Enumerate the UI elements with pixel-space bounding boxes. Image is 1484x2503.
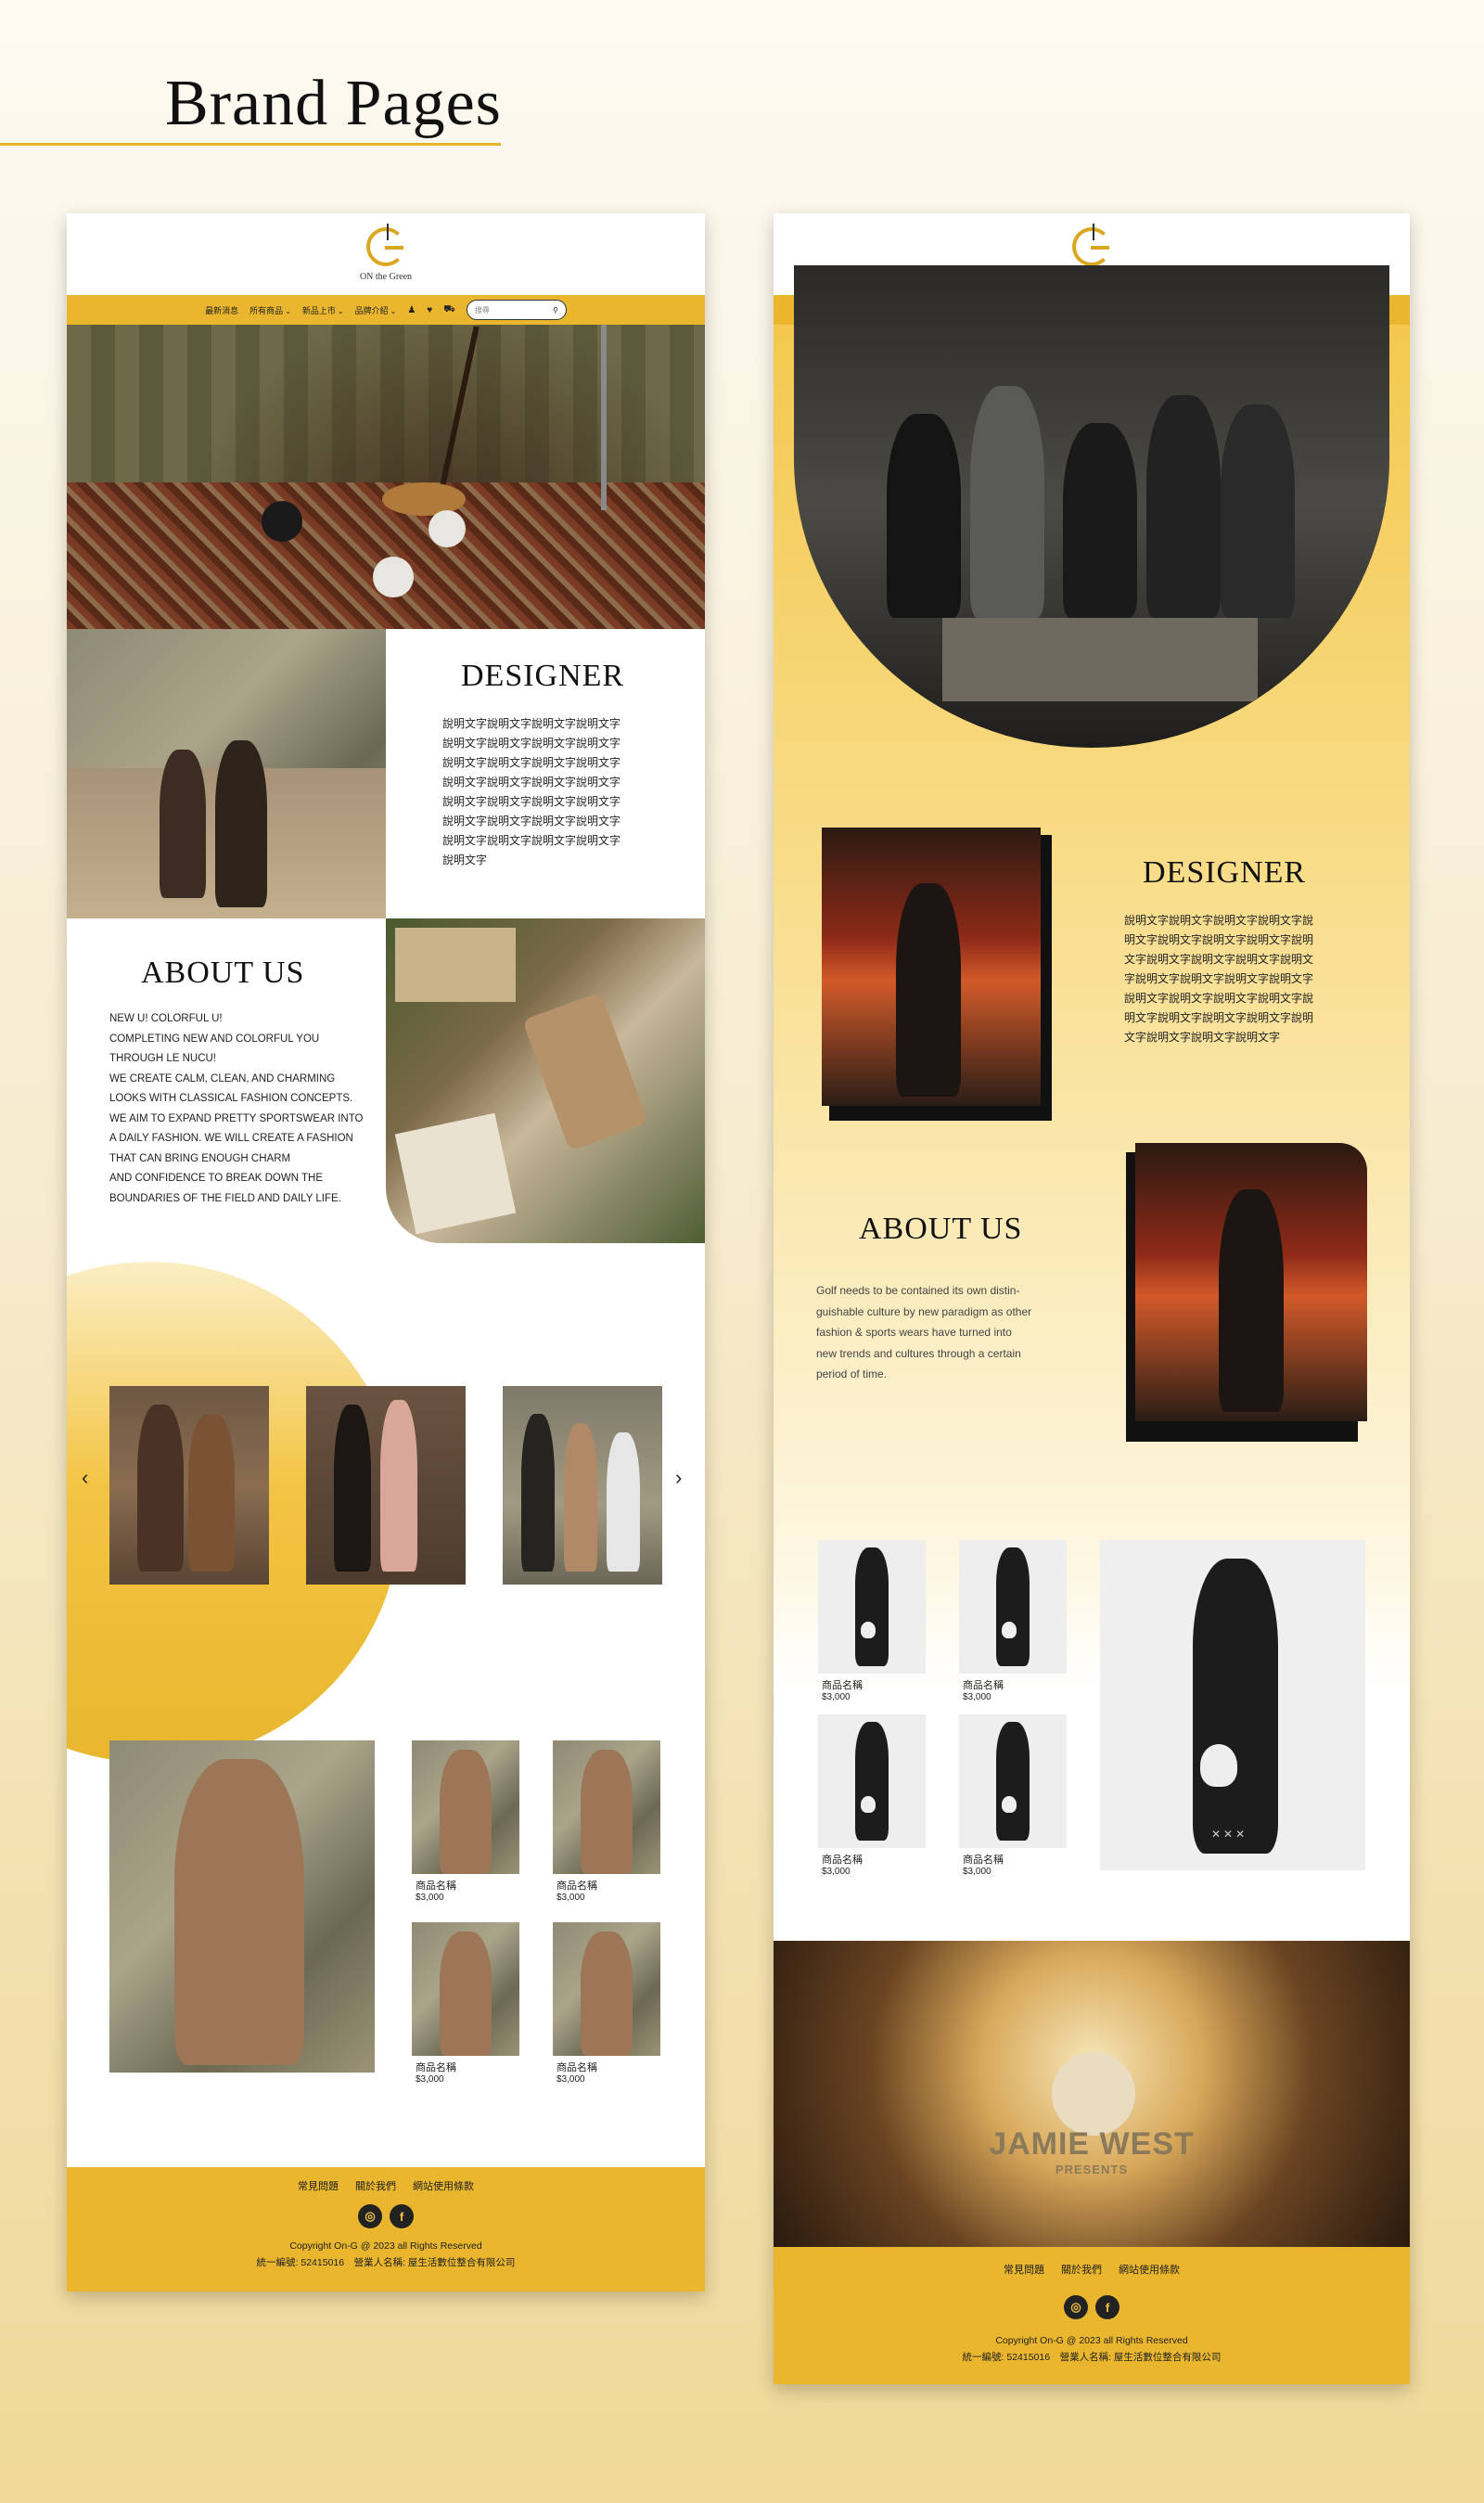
designer-photo: [67, 629, 386, 918]
designer-heading: DESIGNER: [461, 659, 625, 693]
about-photo: [1135, 1143, 1367, 1421]
product-price: $3,000: [556, 2074, 585, 2085]
about-heading: ABOUT US: [141, 956, 305, 990]
footer-link-faq[interactable]: 常見問題: [298, 2178, 339, 2193]
product-image: [818, 1540, 926, 1674]
about-description: NEW U! COLORFUL U! COMPLETING NEW AND COL…: [109, 1013, 364, 1204]
jamie-west-banner: JAMIE WEST PRESENTS: [774, 1941, 1410, 2247]
carousel-slide[interactable]: [503, 1386, 662, 1585]
product-price: $3,000: [963, 1692, 991, 1702]
product-name: 商品名稱: [822, 1680, 863, 1691]
logo-g-mark: [1072, 227, 1111, 266]
search-input[interactable]: 搜尋 ⚲: [466, 300, 567, 320]
copyright-text: Copyright On-G @ 2023 all Rights Reserve…: [995, 2335, 1188, 2346]
logo-g-mark: [366, 227, 405, 266]
product-image: [412, 1740, 519, 1874]
product-card[interactable]: 商品名稱 $3,000: [553, 1922, 660, 2089]
facebook-icon[interactable]: f: [1095, 2295, 1119, 2319]
banner-title: JAMIE WEST PRESENTS: [989, 2126, 1195, 2176]
copyright-text: Copyright On-G @ 2023 all Rights Reserve…: [289, 2240, 482, 2252]
nav-all-products[interactable]: 所有商品⌄: [249, 304, 291, 316]
product-card[interactable]: 商品名稱 $3,000: [412, 1922, 519, 2089]
about-flatlay-photo: [386, 918, 705, 1243]
designer-description: 說明文字說明文字說明文字說明文字說 明文字說明文字說明文字說明文字說明 文字說明文…: [1124, 914, 1314, 1044]
chevron-down-icon: ⌄: [390, 306, 397, 315]
carousel-slide[interactable]: [306, 1386, 466, 1585]
product-name: 商品名稱: [556, 1880, 597, 1892]
product-image: [959, 1540, 1067, 1674]
product-price: $3,000: [416, 2074, 444, 2085]
designer-description: 說明文字說明文字說明文字說明文字 說明文字說明文字說明文字說明文字 說明文字說明文…: [442, 717, 621, 866]
featured-product-photo[interactable]: ✕✕✕: [1100, 1540, 1365, 1870]
page-title: Brand Pages: [165, 68, 502, 139]
nav-news[interactable]: 最新消息: [205, 304, 238, 316]
company-info: 統一編號: 52415016 營業人名稱: 屋生活數位整合有限公司: [256, 2257, 516, 2268]
product-price: $3,000: [822, 1867, 851, 1877]
logo-flag: [387, 224, 389, 240]
cart-icon[interactable]: ⛟: [443, 304, 455, 316]
product-card[interactable]: 商品名稱 $3,000: [553, 1740, 660, 1907]
product-image: [818, 1714, 926, 1848]
product-image: [412, 1922, 519, 2056]
chevron-down-icon: ⌄: [337, 306, 344, 315]
designer-heading: DESIGNER: [1143, 855, 1307, 890]
about-description: Golf needs to be contained its own disti…: [816, 1284, 1032, 1380]
instagram-icon[interactable]: ◎: [358, 2204, 382, 2228]
product-name: 商品名稱: [556, 2062, 597, 2073]
product-card[interactable]: 商品名稱 $3,000: [959, 1714, 1067, 1883]
brand-page-mockup-left: ON the Green 最新消息 所有商品 ⌄ 新品上市 ⌄ 品牌介紹 ⌄ ♟ ♥ …: [67, 213, 705, 2291]
facebook-icon[interactable]: f: [390, 2204, 414, 2228]
product-price: $3,000: [556, 1893, 585, 1903]
product-card[interactable]: 商品名稱 $3,000: [818, 1714, 926, 1883]
logo-text: ON the Green: [359, 272, 413, 282]
footer-link-about[interactable]: 關於我們: [355, 2178, 396, 2193]
chevron-down-icon: ⌄: [285, 306, 291, 315]
footer-link-about[interactable]: 關於我們: [1061, 2262, 1102, 2277]
company-info: 統一編號: 52415016 營業人名稱: 屋生活數位整合有限公司: [962, 2352, 1222, 2363]
site-header: ON the Green: [67, 213, 705, 295]
nav-new-arrivals[interactable]: 新品上市⌄: [302, 304, 344, 316]
title-underline: [0, 143, 501, 146]
instagram-icon[interactable]: ◎: [1064, 2295, 1088, 2319]
carousel-next-button[interactable]: ›: [675, 1466, 682, 1490]
carousel-slide[interactable]: [109, 1386, 269, 1585]
product-image: [553, 1922, 660, 2056]
product-card[interactable]: 商品名稱 $3,000: [412, 1740, 519, 1907]
product-name: 商品名稱: [963, 1855, 1004, 1866]
product-name: 商品名稱: [416, 2062, 456, 2073]
product-card[interactable]: 商品名稱 $3,000: [818, 1540, 926, 1709]
product-image: [553, 1740, 660, 1874]
nav-brand-intro[interactable]: 品牌介紹⌄: [355, 304, 397, 316]
main-nav: 最新消息 所有商品⌄ 新品上市⌄ 品牌介紹⌄ ♟ ♥ ⛟ 搜尋 ⚲: [67, 295, 705, 325]
heart-icon[interactable]: ♥: [427, 305, 432, 315]
product-price: $3,000: [963, 1867, 991, 1877]
hero-image: [67, 325, 705, 629]
hero-image: [794, 265, 1389, 748]
footer-link-terms[interactable]: 網站使用條款: [1119, 2262, 1180, 2277]
featured-product-photo[interactable]: [109, 1740, 375, 2073]
brand-logo[interactable]: ON the Green: [353, 222, 418, 287]
site-footer: 常見問題 關於我們 網站使用條款 ◎ f Copyright On-G @ 20…: [774, 2247, 1410, 2384]
search-icon[interactable]: ⚲: [553, 306, 558, 314]
product-price: $3,000: [822, 1692, 851, 1702]
product-name: 商品名稱: [416, 1880, 456, 1892]
about-heading: ABOUT US: [859, 1212, 1023, 1246]
designer-photo: [822, 828, 1041, 1106]
product-image: [959, 1714, 1067, 1848]
user-icon[interactable]: ♟: [407, 305, 416, 315]
carousel-prev-button[interactable]: ‹: [82, 1466, 88, 1490]
logo-flag: [1093, 224, 1094, 240]
product-price: $3,000: [416, 1893, 444, 1903]
product-name: 商品名稱: [963, 1680, 1004, 1691]
product-name: 商品名稱: [822, 1855, 863, 1866]
site-footer: 常見問題 關於我們 網站使用條款 ◎ f Copyright On-G @ 20…: [67, 2167, 705, 2291]
footer-link-faq[interactable]: 常見問題: [1004, 2262, 1044, 2277]
brand-page-mockup-right: ON the Green 最新消息 所有商品⌄ 新品上市⌄ 品牌介紹⌄ ♟ ♥ …: [774, 213, 1410, 2384]
product-card[interactable]: 商品名稱 $3,000: [959, 1540, 1067, 1709]
footer-link-terms[interactable]: 網站使用條款: [413, 2178, 474, 2193]
